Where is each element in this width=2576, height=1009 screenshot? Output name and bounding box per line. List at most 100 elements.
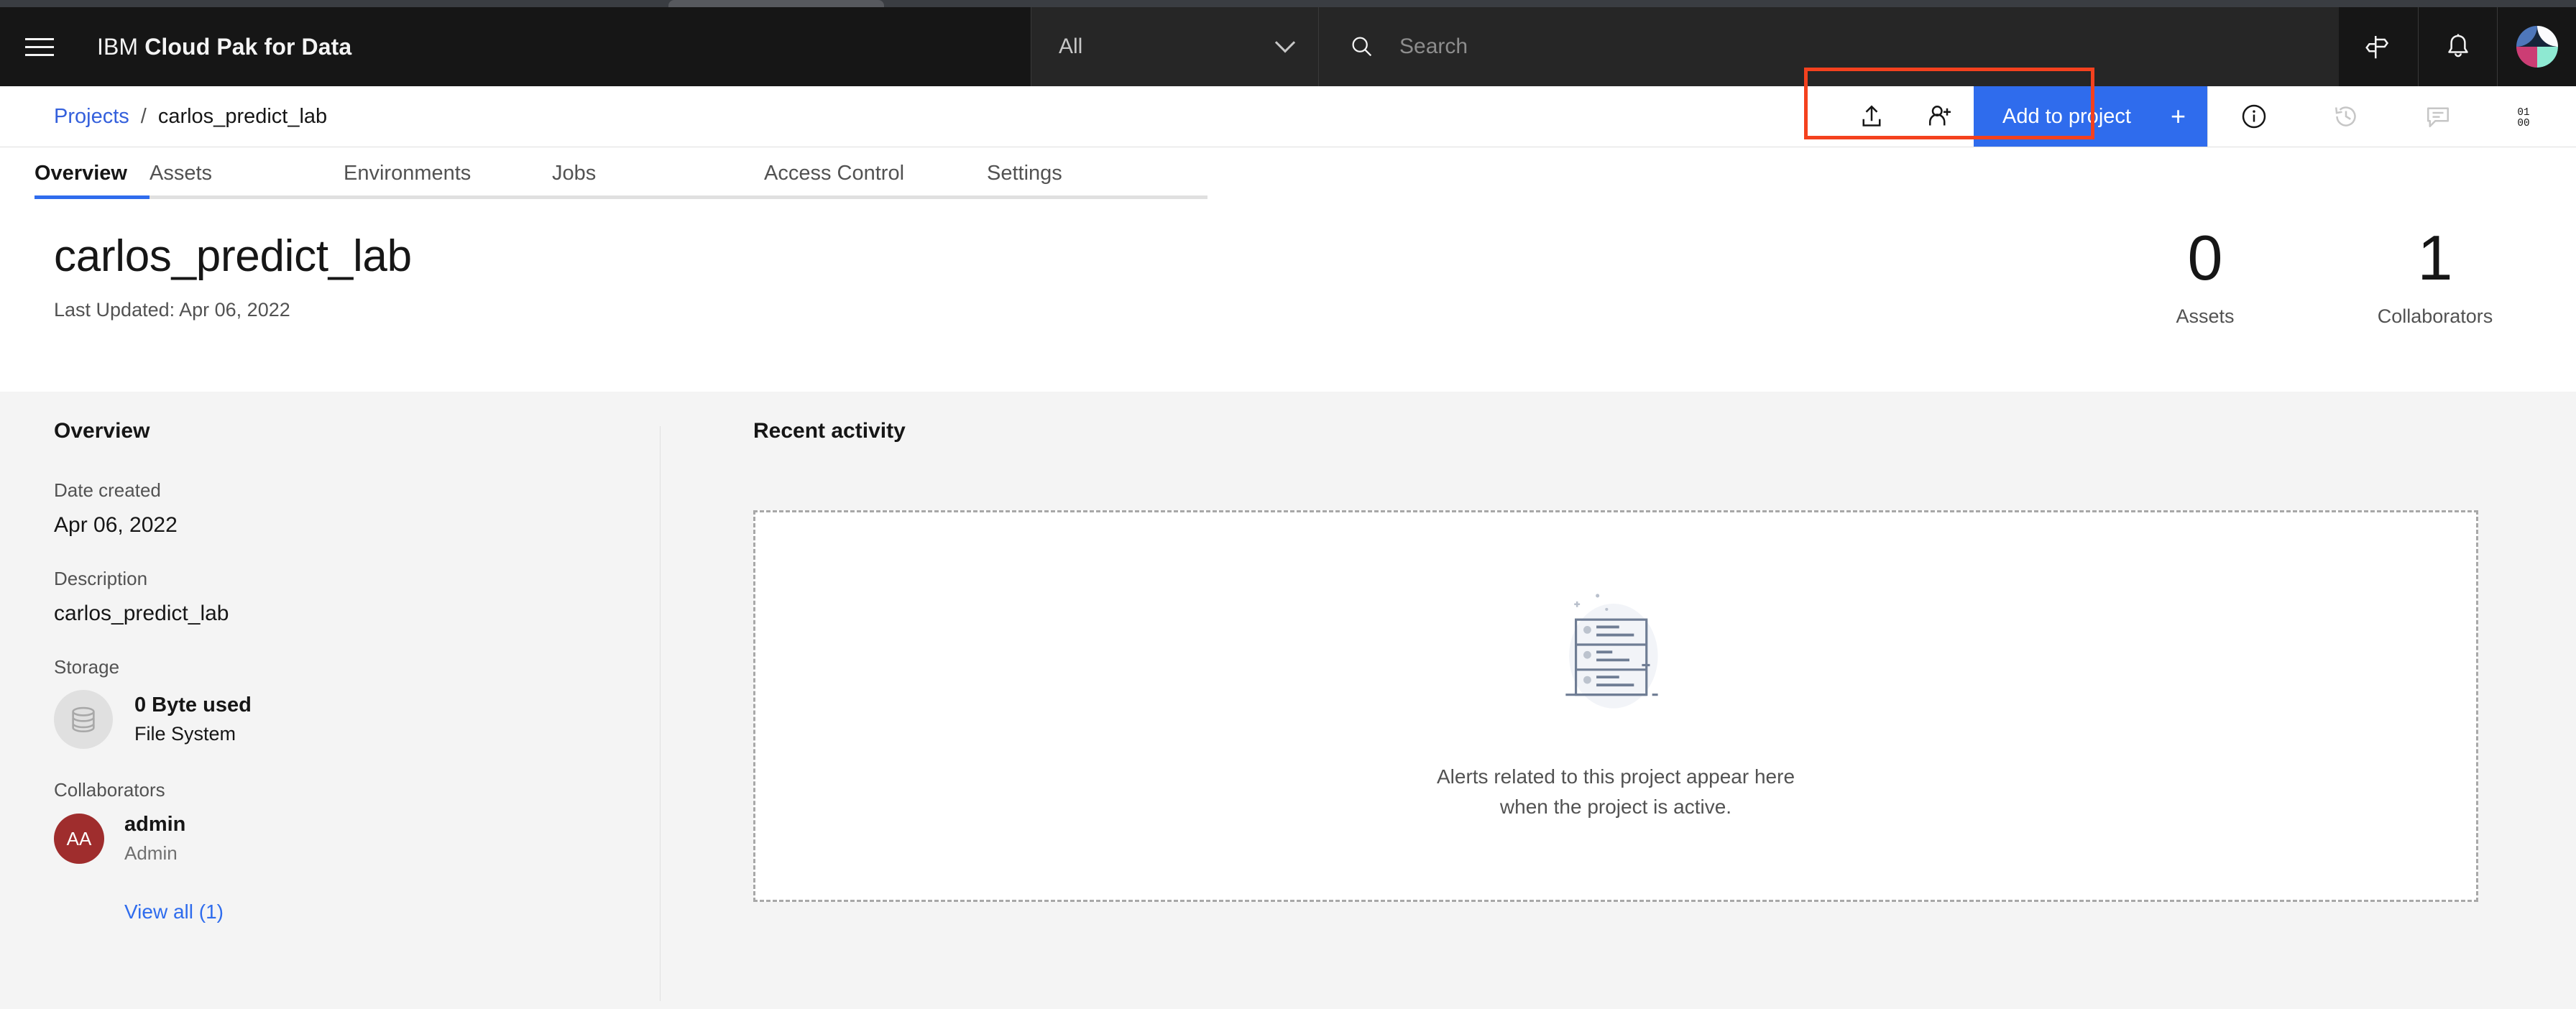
stat-collaborators-label: Collaborators — [2377, 305, 2493, 328]
plus-icon: + — [2170, 101, 2186, 131]
browser-chrome-strip — [0, 0, 2576, 7]
storage-used-value: 0 Byte used — [134, 694, 252, 717]
storage-type-value: File System — [134, 723, 236, 745]
chevron-down-icon — [1274, 32, 1296, 53]
user-avatar — [2516, 26, 2558, 68]
add-to-project-button[interactable]: Add to project + — [1974, 86, 2207, 147]
user-avatar-button[interactable] — [2497, 7, 2576, 86]
storage-icon-wrapper — [54, 690, 113, 749]
global-search-input[interactable]: Search — [1318, 7, 2339, 86]
hamburger-menu-button[interactable] — [0, 7, 79, 86]
tab-assets-label: Assets — [150, 161, 213, 185]
brand-name: Cloud Pak for Data — [144, 33, 352, 60]
comment-icon — [2427, 107, 2449, 127]
tab-environments[interactable]: Environments — [344, 147, 552, 199]
tab-assets[interactable]: Assets — [150, 147, 344, 199]
overview-sidebar: Overview Date created Apr 06, 2022 Descr… — [54, 419, 600, 954]
comment-button[interactable] — [2392, 86, 2484, 147]
description-value: carlos_predict_lab — [54, 602, 229, 625]
date-created-value: Apr 06, 2022 — [54, 513, 178, 537]
field-collaborators: Collaborators AA admin Admin View all (1… — [54, 779, 600, 923]
tab-overview[interactable]: Overview — [34, 147, 150, 199]
field-storage: Storage 0 Byte used File System — [54, 656, 600, 749]
project-title-band: carlos_predict_lab Last Updated: Apr 06,… — [0, 199, 2576, 392]
empty-state-message: Alerts related to this project appear he… — [1437, 762, 1795, 822]
add-user-icon — [1928, 106, 1951, 126]
action-bar: Projects / carlos_predict_lab Add to pro… — [0, 86, 2576, 147]
page-title: carlos_predict_lab — [54, 231, 412, 281]
project-stats: 0 Assets 1 Collaborators — [2133, 222, 2507, 328]
collaborator-role: Admin — [124, 842, 178, 864]
avatar-quadrant-bottom-left — [2516, 47, 2537, 68]
storage-row: 0 Byte used File System — [54, 690, 600, 749]
brand-prefix: IBM — [97, 33, 139, 60]
field-description: Description carlos_predict_lab — [54, 568, 600, 626]
stat-collaborators: 1 Collaborators — [2363, 222, 2507, 328]
tab-access-control-label: Access Control — [764, 161, 905, 185]
notifications-button[interactable] — [2418, 7, 2497, 86]
hamburger-menu-icon — [25, 36, 54, 57]
empty-state-line-2: when the project is active. — [1499, 796, 1732, 818]
avatar-quadrant-top-right — [2536, 26, 2558, 47]
collaborator-text: admin Admin — [124, 813, 185, 865]
search-scope-dropdown[interactable]: All — [1031, 7, 1318, 86]
header-icon-group — [2339, 7, 2576, 86]
history-button[interactable] — [2300, 86, 2392, 147]
global-header: IBM Cloud Pak for Data All Search — [0, 7, 2576, 86]
application-window: IBM Cloud Pak for Data All Search Projec… — [0, 0, 2576, 1009]
tab-jobs[interactable]: Jobs — [552, 147, 764, 199]
field-date-created: Date created Apr 06, 2022 — [54, 479, 600, 538]
brand-title[interactable]: IBM Cloud Pak for Data — [97, 34, 351, 60]
activity-list-illustration — [1547, 590, 1684, 730]
svg-text:00: 00 — [2517, 118, 2529, 129]
avatar-quadrant-bottom-right — [2536, 47, 2558, 68]
last-updated-text: Last Updated: Apr 06, 2022 — [54, 299, 290, 321]
collaborator-name: admin — [124, 813, 186, 836]
tab-access-control[interactable]: Access Control — [764, 147, 987, 199]
overview-heading: Overview — [54, 419, 150, 443]
breadcrumb: Projects / carlos_predict_lab — [54, 105, 327, 129]
breadcrumb-projects-link[interactable]: Projects — [54, 105, 129, 129]
storage-label: Storage — [54, 656, 120, 678]
collaborators-label: Collaborators — [54, 779, 165, 801]
tab-jobs-label: Jobs — [552, 161, 597, 185]
collaborator-row[interactable]: AA admin Admin — [54, 813, 600, 865]
collaborator-avatar: AA — [54, 814, 104, 864]
browser-tab[interactable] — [668, 0, 884, 7]
upload-icon — [1862, 105, 1880, 126]
tab-environments-label: Environments — [344, 161, 472, 185]
avatar-quadrant-top-left — [2516, 26, 2537, 47]
sidebar-divider — [660, 426, 661, 1001]
binary-data-icon: 01 00 — [2517, 107, 2529, 129]
information-icon — [2242, 104, 2266, 129]
tab-settings[interactable]: Settings — [987, 147, 1208, 199]
stat-assets-label: Assets — [2176, 305, 2235, 328]
database-icon — [72, 706, 95, 732]
storage-text: 0 Byte used File System — [134, 694, 252, 745]
upload-button[interactable] — [1837, 86, 1905, 147]
tab-settings-label: Settings — [987, 161, 1062, 185]
add-collaborator-button[interactable] — [1905, 86, 1974, 147]
breadcrumb-current: carlos_predict_lab — [157, 104, 328, 128]
signpost-button[interactable] — [2339, 7, 2418, 86]
history-icon — [2335, 106, 2356, 126]
search-scope-value: All — [1059, 34, 1083, 58]
search-placeholder-text: Search — [1399, 34, 1468, 58]
recent-activity-empty-state: Alerts related to this project appear he… — [753, 510, 2478, 902]
binary-data-button[interactable]: 01 00 — [2484, 86, 2576, 147]
signpost-icon — [2365, 36, 2389, 59]
svg-text:01: 01 — [2517, 107, 2529, 119]
search-icon — [1352, 37, 1372, 57]
tab-overview-label: Overview — [34, 161, 127, 185]
information-button[interactable] — [2208, 86, 2300, 147]
view-all-collaborators-link[interactable]: View all (1) — [124, 900, 600, 923]
content-area: Overview Date created Apr 06, 2022 Descr… — [0, 392, 2576, 1009]
breadcrumb-separator: / — [140, 104, 147, 128]
add-to-project-label: Add to project — [2002, 104, 2131, 128]
empty-state-line-1: Alerts related to this project appear he… — [1436, 765, 1795, 788]
description-label: Description — [54, 568, 148, 589]
date-created-label: Date created — [54, 479, 161, 501]
recent-activity-heading: Recent activity — [753, 419, 906, 443]
notification-bell-icon — [2447, 34, 2468, 57]
stat-collaborators-value: 1 — [2417, 222, 2453, 293]
